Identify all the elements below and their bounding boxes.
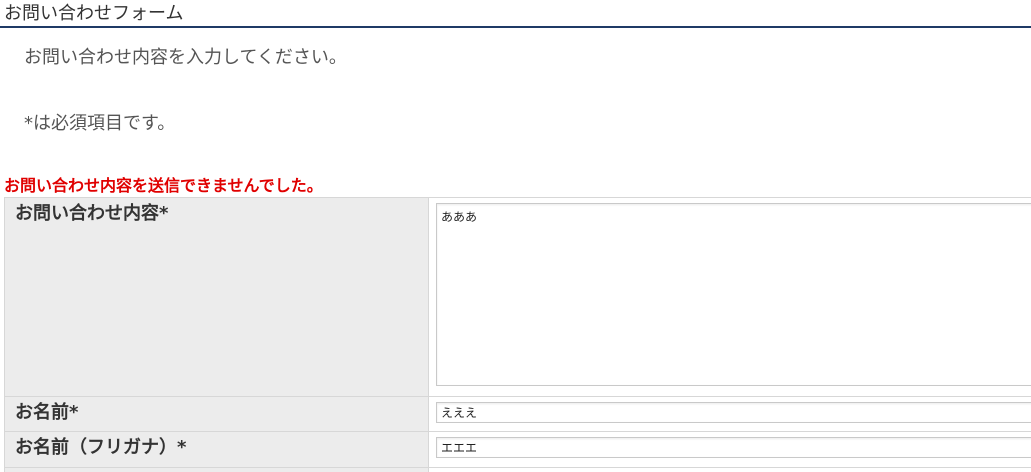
name-kana-label: お名前（フリガナ）* [4,431,429,468]
intro-text: お問い合わせ内容を入力してください。 [24,47,347,68]
form-row-next [4,467,1031,472]
inquiry-field-cell: あああ [428,197,1031,397]
next-label-cell [4,467,429,472]
form-row-inquiry: お問い合わせ内容* あああ [4,197,1031,397]
form-row-name-kana: お名前（フリガナ）* [4,431,1031,468]
name-kana-input[interactable] [436,437,1031,458]
form-row-name: お名前* [4,396,1031,432]
contact-form-page: お問い合わせフォーム お問い合わせ内容を入力してください。 *は必須項目です。 … [0,0,1031,472]
required-note: *は必須項目です。 [24,113,176,134]
name-input[interactable] [436,402,1031,423]
form-table: お問い合わせ内容* あああ お名前* お名前（フリガナ）* [4,197,1031,472]
inquiry-label: お問い合わせ内容* [4,197,429,397]
name-label: お名前* [4,396,429,432]
form-title: お問い合わせフォーム [0,0,1031,28]
error-message: お問い合わせ内容を送信できませんでした。 [4,176,323,195]
inquiry-textarea[interactable]: あああ [436,203,1031,386]
name-kana-field-cell [428,431,1031,468]
name-field-cell [428,396,1031,432]
next-field-cell [428,467,1031,472]
